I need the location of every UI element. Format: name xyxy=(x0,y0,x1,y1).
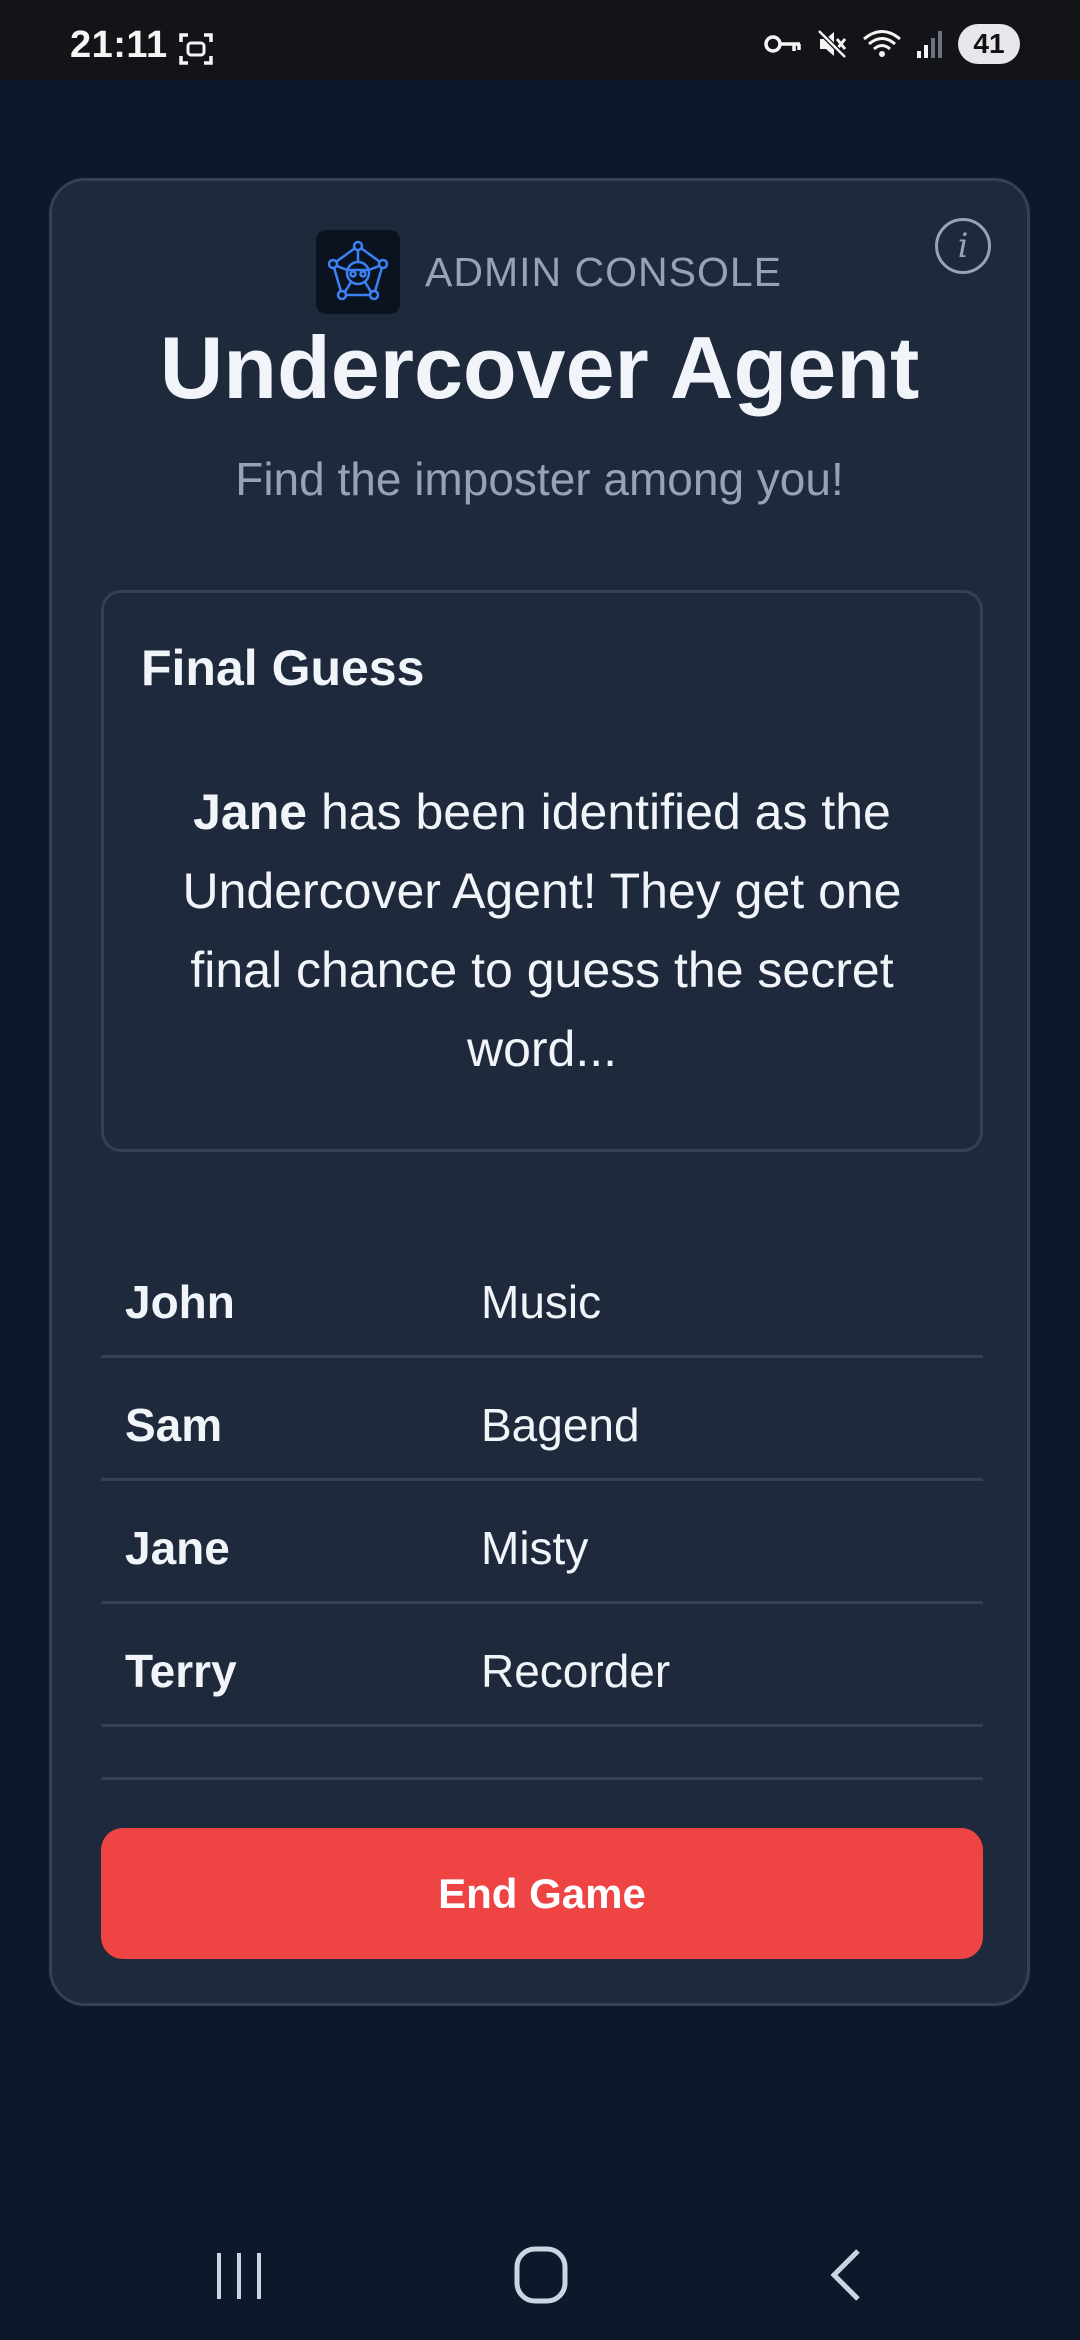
back-icon[interactable] xyxy=(826,2247,866,2308)
player-table: John Music Sam Bagend Jane Misty Terry R… xyxy=(101,1235,983,1727)
table-row: Sam Bagend xyxy=(101,1358,983,1481)
admin-card: i ADMIN CONSOLE Undercover Agent Find th… xyxy=(49,178,1030,2006)
end-game-button[interactable]: End Game xyxy=(101,1828,983,1959)
info-icon[interactable]: i xyxy=(935,218,991,274)
table-row: John Music xyxy=(101,1235,983,1358)
final-guess-panel: Final Guess Jane has been identified as … xyxy=(101,590,983,1152)
final-guess-message: Jane has been identified as the Undercov… xyxy=(144,773,940,1089)
final-guess-heading: Final Guess xyxy=(141,640,425,696)
vpn-key-icon xyxy=(764,33,802,55)
recents-icon[interactable] xyxy=(213,2250,265,2307)
page-subtitle: Find the imposter among you! xyxy=(235,453,844,505)
info-glyph: i xyxy=(957,226,969,266)
table-row: Jane Misty xyxy=(101,1481,983,1604)
player-word: Recorder xyxy=(481,1645,671,1697)
player-name: Terry xyxy=(125,1645,237,1697)
agent-name: Jane xyxy=(193,784,308,840)
table-row: Terry Recorder xyxy=(101,1604,983,1727)
divider xyxy=(101,1777,983,1780)
admin-console-label: ADMIN CONSOLE xyxy=(425,248,782,295)
player-name: John xyxy=(125,1276,235,1328)
player-word: Misty xyxy=(481,1522,589,1574)
player-word: Music xyxy=(481,1276,602,1328)
screenshot-icon xyxy=(178,32,214,66)
status-icons: 41 xyxy=(764,24,1020,64)
wifi-icon xyxy=(862,28,902,60)
status-time: 21:11 xyxy=(70,24,168,66)
player-word: Bagend xyxy=(481,1399,640,1451)
status-bar: 21:11 41 xyxy=(0,0,1080,80)
battery-indicator: 41 xyxy=(958,24,1020,64)
player-name: Jane xyxy=(125,1522,230,1574)
mute-icon xyxy=(816,28,848,60)
navigation-bar xyxy=(0,2180,1080,2340)
player-name: Sam xyxy=(125,1399,223,1451)
signal-icon xyxy=(916,29,944,59)
home-icon[interactable] xyxy=(514,2246,568,2309)
page-title: Undercover Agent xyxy=(159,318,920,417)
brand: ADMIN CONSOLE xyxy=(316,230,782,314)
agent-network-icon xyxy=(316,230,400,314)
